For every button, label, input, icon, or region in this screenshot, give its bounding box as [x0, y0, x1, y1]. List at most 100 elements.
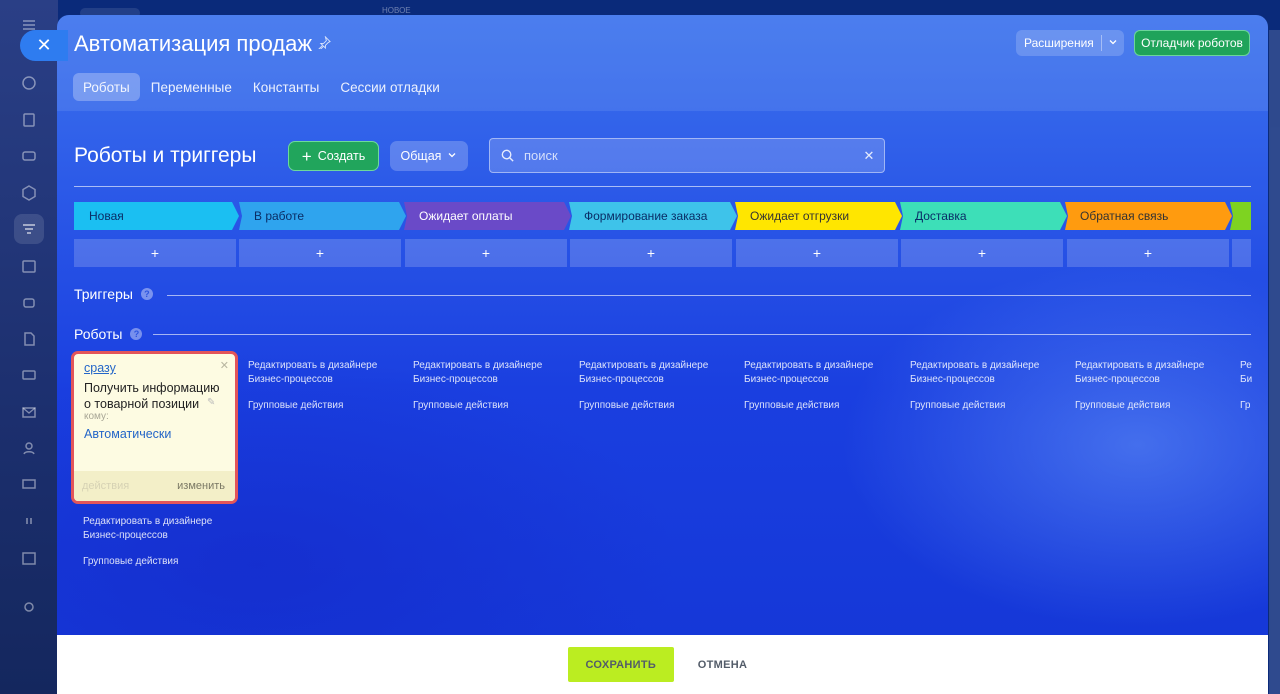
group-actions-link[interactable]: Гр	[1240, 399, 1252, 413]
stage-label: Доставка	[915, 209, 967, 223]
extensions-button[interactable]: Расширения	[1016, 30, 1124, 56]
group-actions-link[interactable]: Групповые действия	[413, 399, 573, 413]
settings-icon[interactable]	[14, 592, 44, 622]
chat-icon[interactable]	[14, 142, 44, 172]
robots-label: Роботы	[74, 326, 123, 342]
edit-in-designer-link[interactable]: Редактировать в дизайнере Бизнес-процесс…	[248, 360, 377, 385]
tab-robots[interactable]: Роботы	[73, 73, 140, 101]
stage-7[interactable]	[1230, 202, 1251, 230]
edit-in-designer-link[interactable]: Редактировать в дизайнере Бизнес-процесс…	[1075, 360, 1204, 385]
robot-change-link[interactable]: изменить	[177, 480, 225, 492]
stage-4[interactable]: Ожидает отгрузки	[735, 202, 902, 230]
app-sidebar	[0, 0, 58, 694]
robot-actions-link[interactable]: действия	[82, 480, 129, 492]
close-icon: ✕	[36, 35, 52, 55]
automation-panel: Автоматизация продаж Расширения Отладчик…	[57, 15, 1268, 694]
card-icon[interactable]	[14, 360, 44, 390]
pause-icon[interactable]	[14, 506, 44, 536]
robot-icon[interactable]	[14, 287, 44, 317]
search-icon	[490, 148, 524, 163]
close-icon[interactable]: ✕	[220, 359, 229, 372]
tab-constants[interactable]: Константы	[243, 73, 329, 101]
mail-icon[interactable]	[14, 397, 44, 427]
monitor-icon[interactable]	[14, 470, 44, 500]
crm-filter-icon[interactable]	[14, 214, 44, 244]
tasks-icon[interactable]	[14, 105, 44, 135]
add-trigger-button[interactable]: +	[239, 239, 401, 267]
add-trigger-button[interactable]: +	[570, 239, 732, 267]
general-dropdown[interactable]: Общая	[390, 141, 468, 171]
stage-label: Ожидает оплаты	[419, 209, 513, 223]
help-icon[interactable]: ?	[140, 288, 153, 300]
robots-row: Роботы ?	[74, 326, 143, 342]
plus-icon: +	[301, 146, 312, 166]
group-actions-link[interactable]: Групповые действия	[1075, 399, 1235, 413]
close-slider-button[interactable]: ✕	[20, 30, 68, 61]
chevron-down-icon[interactable]	[1102, 37, 1124, 50]
stages-row: Новая В работе Ожидает оплаты Формирован…	[74, 202, 1251, 268]
add-trigger-button[interactable]	[1232, 239, 1251, 267]
page-title: Автоматизация продаж	[74, 31, 331, 57]
save-button[interactable]: СОХРАНИТЬ	[567, 647, 674, 682]
pencil-icon[interactable]: ✎	[207, 397, 215, 408]
add-trigger-button[interactable]: +	[736, 239, 898, 267]
stage-label: Обратная связь	[1080, 209, 1169, 223]
cancel-button[interactable]: ОТМЕНА	[688, 659, 757, 671]
contacts-icon[interactable]	[14, 433, 44, 463]
background-tab-hint: НОВОЕ	[382, 6, 411, 15]
group-actions-link[interactable]: Групповые действия	[579, 399, 739, 413]
column-links: Редактировать в дизайнере Бизнес-процесс…	[579, 359, 739, 413]
pin-icon[interactable]	[318, 35, 331, 52]
column-links: Редактировать в дизайнере Бизнес-процесс…	[744, 359, 904, 413]
group-actions-link[interactable]: Групповые действия	[744, 399, 904, 413]
general-label: Общая	[400, 149, 442, 163]
activity-icon[interactable]	[14, 68, 44, 98]
stage-label: Новая	[89, 209, 124, 223]
search-input[interactable]	[524, 148, 854, 163]
stage-1[interactable]: В работе	[239, 202, 406, 230]
divider	[74, 186, 1251, 187]
tab-variables[interactable]: Переменные	[141, 73, 242, 101]
triggers-divider	[167, 295, 1251, 296]
column-links: Редактировать в дизайнере Бизнес-процесс…	[910, 359, 1070, 413]
stage-0[interactable]: Новая	[74, 202, 239, 230]
hexagon-icon[interactable]	[14, 178, 44, 208]
add-trigger-button[interactable]: +	[901, 239, 1063, 267]
robot-delay-link[interactable]: сразу	[84, 361, 116, 375]
schedule-icon[interactable]	[14, 543, 44, 573]
column-links: Редактировать в дизайнере Бизнес-процесс…	[413, 359, 573, 413]
edit-in-designer-link[interactable]: Редактировать в дизайнере Бизнес-процесс…	[413, 360, 542, 385]
add-trigger-button[interactable]: +	[74, 239, 236, 267]
tab-debug-sessions[interactable]: Сессии отладки	[330, 73, 449, 101]
help-icon[interactable]: ?	[130, 328, 143, 340]
edit-in-designer-link[interactable]: Редактировать в дизайнере Бизнес-процесс…	[579, 360, 708, 385]
group-actions-link[interactable]: Групповые действия	[910, 399, 1070, 413]
edit-in-designer-link[interactable]: Редактировать в дизайнере Бизнес-процесс…	[744, 360, 873, 385]
triggers-row: Триггеры ?	[74, 286, 153, 302]
stage-2[interactable]: Ожидает оплаты	[404, 202, 571, 230]
group-actions-link[interactable]: Групповые действия	[83, 555, 243, 569]
edit-in-designer-link[interactable]: Ре Би	[1240, 359, 1252, 387]
edit-in-designer-link[interactable]: Редактировать в дизайнере Бизнес-процесс…	[83, 516, 212, 541]
robots-divider	[153, 334, 1251, 335]
stage-6[interactable]: Обратная связь	[1065, 202, 1232, 230]
calendar-icon[interactable]	[14, 251, 44, 281]
column-links: Редактировать в дизайнере Бизнес-процесс…	[248, 359, 408, 413]
stage-3[interactable]: Формирование заказа	[569, 202, 737, 230]
add-trigger-button[interactable]: +	[405, 239, 567, 267]
edit-in-designer-link[interactable]: Редактировать в дизайнере Бизнес-процесс…	[910, 360, 1039, 385]
stage-5[interactable]: Доставка	[900, 202, 1067, 230]
document-icon[interactable]	[14, 324, 44, 354]
column-links: Редактировать в дизайнере Бизнес-процесс…	[1075, 359, 1235, 413]
create-label: Создать	[317, 149, 366, 163]
add-trigger-button[interactable]: +	[1067, 239, 1229, 267]
stage-label: В работе	[254, 209, 305, 223]
group-actions-link[interactable]: Групповые действия	[248, 399, 408, 413]
create-button[interactable]: + Создать	[288, 141, 379, 171]
triggers-label: Триггеры	[74, 286, 133, 302]
robots-debugger-button[interactable]: Отладчик роботов	[1134, 30, 1250, 56]
column-links: Редактировать в дизайнере Бизнес-процесс…	[83, 515, 243, 569]
robot-card[interactable]: сразу ✕ Получить информацию о товарной п…	[71, 351, 238, 504]
robot-to-value[interactable]: Автоматически	[84, 427, 171, 441]
clear-search-icon[interactable]: ✕	[854, 148, 884, 164]
